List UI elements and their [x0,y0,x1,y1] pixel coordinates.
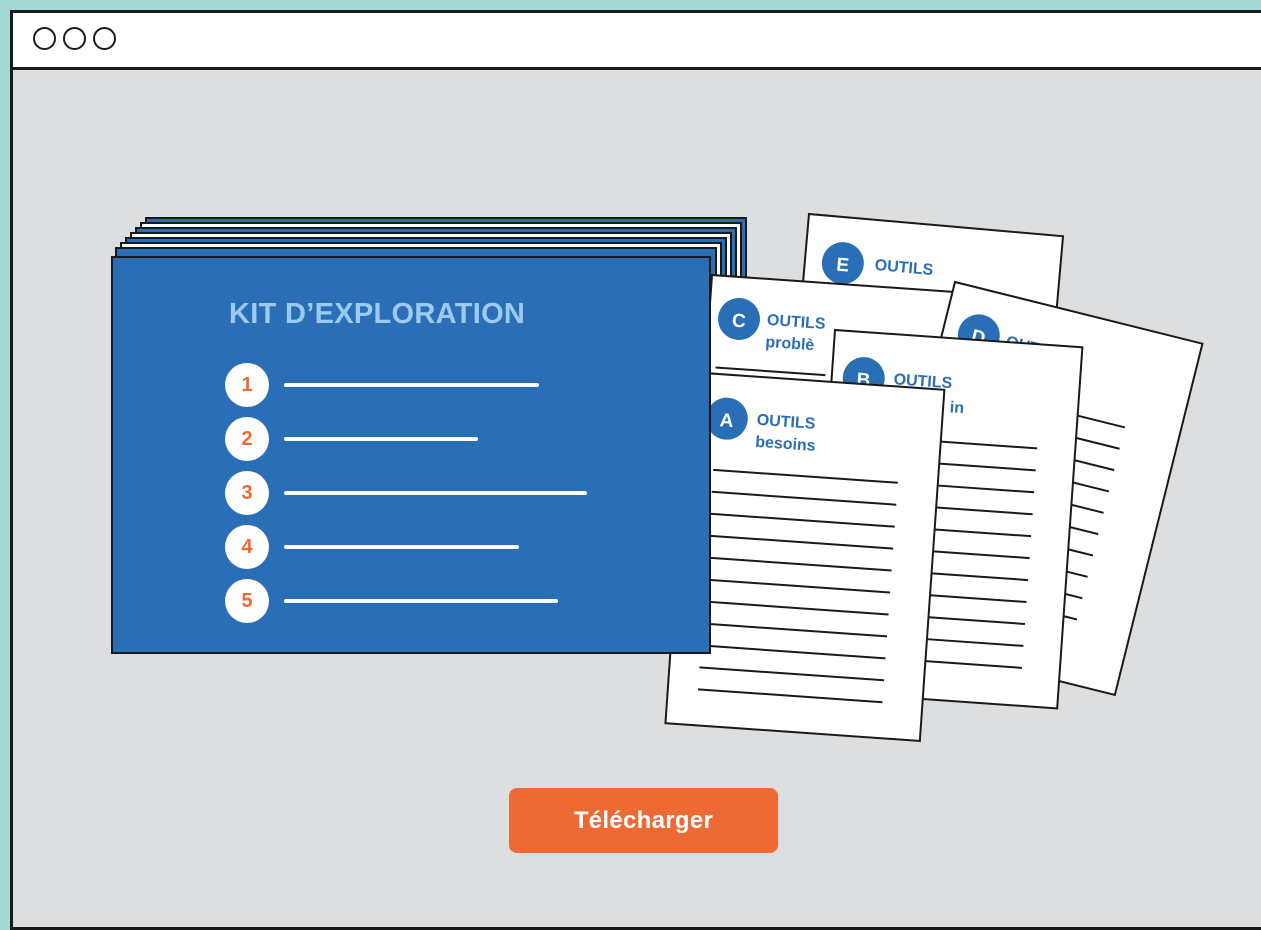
window-control-circle-icon[interactable] [93,27,116,50]
download-button[interactable]: Télécharger [509,788,778,853]
title-bar [13,13,1261,70]
window-control-circle-icon[interactable] [33,27,56,50]
window-control-circle-icon[interactable] [63,27,86,50]
